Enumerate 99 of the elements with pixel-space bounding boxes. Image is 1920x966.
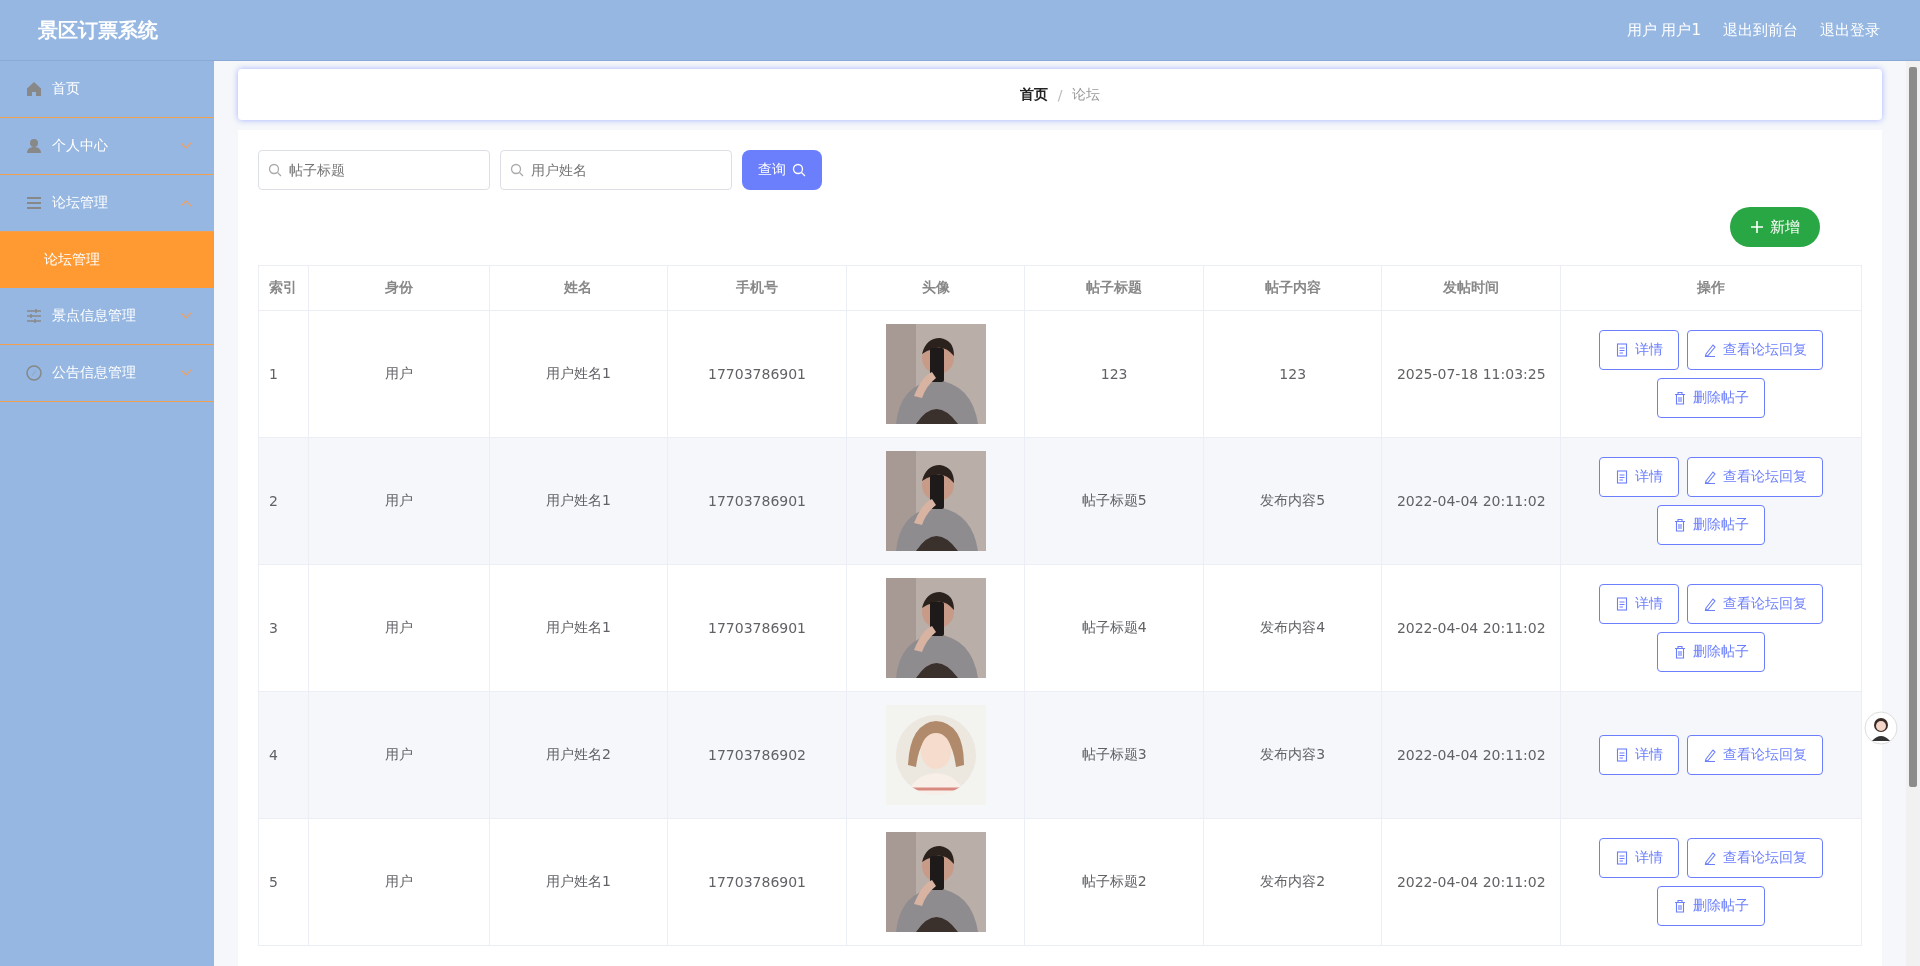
plus-icon — [1750, 220, 1764, 234]
action-button[interactable]: 详情 — [1599, 735, 1679, 775]
table-cell: 用户姓名1 — [546, 492, 611, 510]
search-icon — [268, 163, 282, 177]
sidebar-subitem[interactable]: 论坛管理 — [0, 232, 214, 288]
avatar-icon[interactable] — [1864, 711, 1898, 745]
column-header: 头像 — [846, 265, 1025, 311]
action-button[interactable]: 详情 — [1599, 457, 1679, 497]
chevron-icon — [180, 369, 192, 377]
action-button[interactable]: 详情 — [1599, 838, 1679, 878]
table-cell: 17703786901 — [708, 874, 807, 890]
table-cell: 2022-04-04 20:11:02 — [1396, 874, 1546, 890]
chevron-icon — [180, 312, 192, 320]
table-cell: 用户 — [384, 873, 413, 891]
table-cell: 2025-07-18 11:03:25 — [1396, 366, 1546, 382]
action-button[interactable]: 查看论坛回复 — [1687, 457, 1823, 497]
table-cell: 用户姓名1 — [546, 873, 611, 891]
table-cell: 2022-04-04 20:11:02 — [1396, 620, 1546, 636]
chevron-icon — [180, 199, 192, 207]
column-header: 手机号 — [667, 265, 847, 311]
breadcrumb-link[interactable]: 论坛 — [1072, 85, 1101, 104]
home-icon — [26, 81, 42, 97]
table-cell: 帖子标题2 — [1081, 873, 1147, 891]
table-cell: 发布内容5 — [1260, 492, 1326, 510]
table-cell: 帖子标题3 — [1081, 746, 1147, 764]
table-cell: 发布内容4 — [1260, 619, 1326, 637]
breadcrumb-separator: / — [1057, 86, 1063, 103]
action-button[interactable]: 查看论坛回复 — [1687, 838, 1823, 878]
column-header: 发帖时间 — [1381, 265, 1561, 311]
header-link[interactable]: 退出登录 — [1820, 20, 1880, 40]
table-cell: 用户姓名1 — [546, 619, 611, 637]
action-button[interactable]: 删除帖子 — [1657, 378, 1765, 418]
scrollbar[interactable] — [1906, 61, 1920, 966]
action-button[interactable]: 查看论坛回复 — [1687, 584, 1823, 624]
table-cell: 用户 — [384, 619, 413, 637]
search-icon — [510, 163, 524, 177]
user-icon — [26, 138, 42, 154]
table-cell: 用户 — [384, 492, 413, 510]
trash-icon — [1673, 899, 1687, 913]
add-button[interactable]: 新增 — [1730, 207, 1820, 247]
table-cell: 17703786901 — [708, 493, 807, 509]
search-field[interactable]: 帖子标题 — [258, 150, 490, 190]
table-cell: 发布内容3 — [1260, 746, 1326, 764]
pen-icon — [1703, 343, 1717, 357]
table-cell: 用户 — [384, 746, 413, 764]
search-field[interactable]: 用户姓名 — [500, 150, 732, 190]
user-name: 用户 用户1 — [1626, 20, 1701, 40]
column-header: 帖子标题 — [1024, 265, 1204, 311]
table-cell: 用户姓名1 — [546, 365, 611, 383]
trash-icon — [1673, 391, 1687, 405]
compass-icon — [26, 365, 42, 381]
table-cell: 用户 — [384, 365, 413, 383]
table-cell: 5 — [269, 874, 278, 890]
pen-icon — [1703, 470, 1717, 484]
pen-icon — [1703, 748, 1717, 762]
table-cell: 123 — [1100, 366, 1128, 382]
search-button[interactable]: 查询 — [742, 150, 822, 190]
trash-icon — [1673, 645, 1687, 659]
table-cell: 1 — [269, 366, 278, 382]
table-cell: 17703786901 — [708, 620, 807, 636]
action-button[interactable]: 查看论坛回复 — [1687, 735, 1823, 775]
table-cell: 3 — [269, 620, 278, 636]
table-cell: 4 — [269, 747, 278, 763]
header-link[interactable]: 退出到前台 — [1723, 20, 1798, 40]
sliders-icon — [26, 308, 42, 324]
breadcrumb-link[interactable]: 首页 — [1019, 85, 1048, 104]
trash-icon — [1673, 518, 1687, 532]
table-cell: 2 — [269, 493, 278, 509]
app-title: 景区订票系统 — [38, 16, 158, 44]
list-icon — [26, 195, 42, 211]
search-icon — [792, 163, 806, 177]
action-button[interactable]: 删除帖子 — [1657, 886, 1765, 926]
column-header: 操作 — [1560, 265, 1862, 311]
table-cell: 123 — [1279, 366, 1307, 382]
column-header: 身份 — [308, 265, 490, 311]
action-button[interactable]: 删除帖子 — [1657, 505, 1765, 545]
pen-icon — [1703, 851, 1717, 865]
table-cell: 发布内容2 — [1260, 873, 1326, 891]
action-button[interactable]: 详情 — [1599, 584, 1679, 624]
document-icon — [1615, 748, 1629, 762]
column-header: 索引 — [258, 265, 309, 311]
column-header: 帖子内容 — [1203, 265, 1382, 311]
chevron-icon — [180, 142, 192, 150]
table-cell: 用户姓名2 — [546, 746, 611, 764]
column-header: 姓名 — [489, 265, 668, 311]
table-cell: 17703786901 — [708, 366, 807, 382]
document-icon — [1615, 597, 1629, 611]
table-cell: 2022-04-04 20:11:02 — [1396, 747, 1546, 763]
action-button[interactable]: 删除帖子 — [1657, 632, 1765, 672]
table-cell: 2022-04-04 20:11:02 — [1396, 493, 1546, 509]
table-cell: 17703786902 — [708, 747, 807, 763]
document-icon — [1615, 851, 1629, 865]
document-icon — [1615, 470, 1629, 484]
action-button[interactable]: 查看论坛回复 — [1687, 330, 1823, 370]
action-button[interactable]: 详情 — [1599, 330, 1679, 370]
table-cell: 帖子标题4 — [1081, 619, 1147, 637]
pen-icon — [1703, 597, 1717, 611]
document-icon — [1615, 343, 1629, 357]
table-cell: 帖子标题5 — [1081, 492, 1147, 510]
